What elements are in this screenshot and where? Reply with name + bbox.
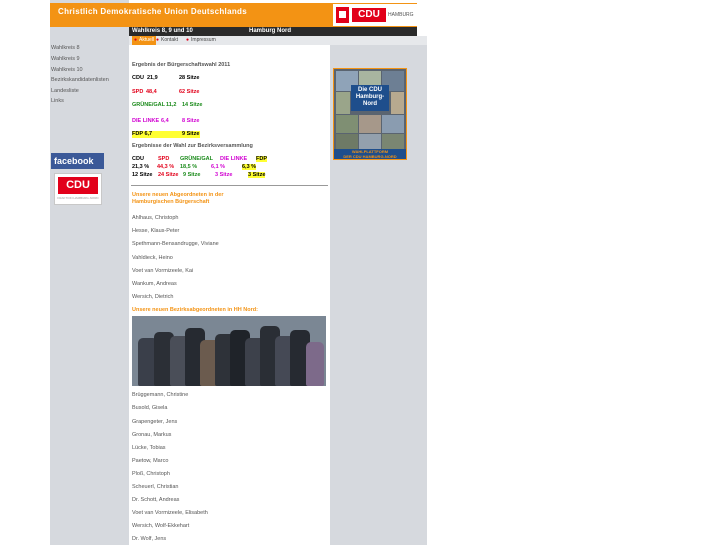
- results-heading: Ergebnis der Bürgerschaftswahl 2011: [132, 62, 231, 68]
- bezirk-heading: Unsere neuen Bezirksabgeordneten in HH N…: [132, 307, 258, 313]
- top-nav: ● Aktuell ● Kontakt ● Impressum: [129, 36, 427, 45]
- strip-hamburg-nord: Hamburg Nord: [249, 28, 291, 34]
- wahlplattform-promo[interactable]: Die CDU Hamburg- Nord WAHLPLATTFORM DER …: [333, 68, 407, 160]
- bv-pct-cdu: 21,3 %: [132, 164, 150, 170]
- bullet-icon: ●: [134, 37, 138, 43]
- list-item: Scheuerl, Christian: [132, 484, 179, 490]
- result-spd-party: SPD: [132, 89, 144, 95]
- list-item: Dr. Wolf, Jens: [132, 536, 167, 542]
- bv-seats-cdu: 12 Sitze: [132, 172, 153, 178]
- list-item: Voet van Vormizeele, Elisabeth: [132, 510, 208, 516]
- result-spd-seats: 62 Sitze: [179, 89, 200, 95]
- sidebar-link-bezirkskandidatenlisten[interactable]: Bezirkskandidatenlisten: [51, 77, 109, 83]
- nav-item-kontakt[interactable]: ● Kontakt: [156, 36, 178, 45]
- result-linke-pct: 6,4: [161, 118, 169, 124]
- list-item: Paetow, Marco: [132, 458, 169, 464]
- bv-party-spd: SPD: [158, 156, 170, 162]
- list-item: Dr. Schott, Andreas: [132, 497, 180, 503]
- strip-wahlkreise: Wahlkreis 8, 9 und 10: [132, 28, 193, 34]
- cdu-badge-logo: CDU: [58, 177, 98, 194]
- hamburg-crest-icon: [336, 7, 349, 23]
- district-strip: Wahlkreis 8, 9 und 10 Hamburg Nord: [129, 27, 417, 36]
- list-item: Wersich, Dietrich: [132, 294, 174, 300]
- sidebar-link-wahlkreis-10[interactable]: Wahlkreis 10: [51, 67, 83, 73]
- result-cdu-seats: 28 Sitze: [179, 75, 200, 81]
- result-linke-seats: 8 Sitze: [182, 118, 200, 124]
- list-item: Gronau, Markus: [132, 432, 172, 438]
- list-item: Ahlhaus, Christoph: [132, 215, 179, 221]
- sidebar-link-wahlkreis-8[interactable]: Wahlkreis 8: [51, 45, 80, 51]
- cdu-hamburg-logo[interactable]: CDU HAMBURG: [333, 4, 417, 26]
- bullet-icon: ●: [156, 37, 160, 43]
- bv-pct-linke: 6,1 %: [211, 164, 226, 170]
- bv-party-fdp: FDP: [256, 156, 267, 162]
- group-photo: [132, 316, 326, 386]
- list-item: Lücke, Tobias: [132, 445, 166, 451]
- result-fdp-seats: 9 Sitze: [182, 131, 200, 137]
- logo-city-text: HAMBURG: [388, 12, 414, 18]
- bv-party-gruene: GRÜNE/GAL: [180, 156, 213, 162]
- list-item: Grapengeter, Jens: [132, 419, 178, 425]
- result-cdu-party: CDU: [132, 75, 144, 81]
- list-item: Wankum, Andreas: [132, 281, 177, 287]
- list-item: Voet van Vormizeele, Kai: [132, 268, 194, 274]
- result-cdu-pct: 21,9: [147, 75, 158, 81]
- sidebar-link-links[interactable]: Links: [51, 98, 64, 104]
- section-divider: [131, 185, 328, 186]
- nav-item-aktuell[interactable]: ● Aktuell: [132, 36, 157, 45]
- list-item: Vahldieck, Heino: [132, 255, 173, 261]
- logo-cdu-text: CDU: [352, 8, 386, 22]
- abgeordnete-heading-line1: Unsere neuen Abgeordneten in der: [132, 192, 224, 198]
- result-fdp-party: FDP: [132, 131, 143, 137]
- cdu-fraktion-badge[interactable]: CDU FRAKTION HAMBURG-NORD: [54, 173, 102, 205]
- nav-item-impressum[interactable]: ● Impressum: [186, 36, 216, 45]
- bv-party-linke: DIE LINKE: [220, 156, 248, 162]
- bv-seats-spd: 24 Sitze: [158, 172, 179, 178]
- bullet-icon: ●: [186, 37, 190, 43]
- list-item: Hesse, Klaus-Peter: [132, 228, 180, 234]
- bv-seats-gruene: 9 Sitze: [183, 172, 201, 178]
- result-spd-pct: 48,4: [146, 89, 157, 95]
- list-item: Spethmann-Bensandrugge, Viviane: [132, 241, 219, 247]
- abgeordnete-heading-line2: Hamburgischen Bürgerschaft: [132, 199, 210, 205]
- result-gruene-pct: 11,2: [166, 102, 177, 108]
- promo-title: Die CDU Hamburg- Nord: [351, 85, 389, 111]
- list-item: Brüggemann, Christine: [132, 392, 189, 398]
- cdu-badge-subtitle: FRAKTION HAMBURG-NORD: [57, 196, 99, 200]
- site-header: Christlich Demokratische Union Deutschla…: [50, 3, 417, 27]
- result-gruene-party: GRÜNE/GAL: [132, 102, 165, 108]
- promo-footer: WAHLPLATTFORM DER CDU HAMBURG-NORD: [334, 149, 406, 159]
- bv-heading: Ergebnisse der Wahl zur Bezirksversammlu…: [132, 143, 253, 149]
- bv-party-cdu: CDU: [132, 156, 144, 162]
- bv-pct-gruene: 18,5 %: [180, 164, 198, 170]
- result-linke-party: DIE LINKE: [132, 118, 160, 124]
- header-title: Christlich Demokratische Union Deutschla…: [58, 7, 247, 16]
- list-item: Busold, Gisela: [132, 405, 168, 411]
- facebook-button[interactable]: facebook: [51, 153, 104, 169]
- list-item: Wersich, Wolf-Ekkehart: [132, 523, 190, 529]
- result-gruene-seats: 14 Sitze: [182, 102, 203, 108]
- bv-seats-fdp: 3 Sitze: [248, 172, 266, 178]
- result-fdp-pct: 6,7: [144, 131, 153, 137]
- bv-pct-spd: 44,3 %: [157, 164, 175, 170]
- sidebar-link-wahlkreis-9[interactable]: Wahlkreis 9: [51, 56, 80, 62]
- bv-seats-linke: 3 Sitze: [215, 172, 233, 178]
- bv-pct-fdp: 6,3 %: [242, 164, 257, 170]
- list-item: Ploß, Christoph: [132, 471, 170, 477]
- sidebar-link-landesliste[interactable]: Landesliste: [51, 88, 79, 94]
